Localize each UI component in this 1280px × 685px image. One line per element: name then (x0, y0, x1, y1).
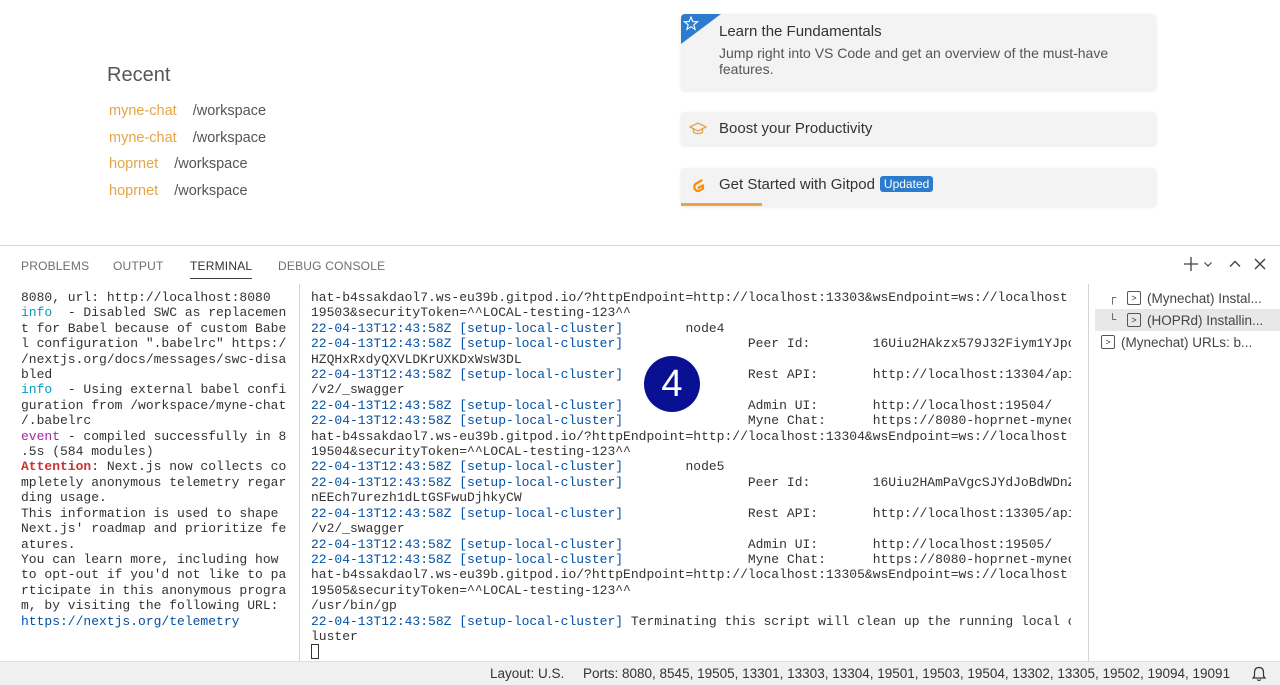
tab-terminal[interactable]: TERMINAL (190, 259, 253, 279)
recent-item-path: /workspace (192, 103, 267, 120)
pane-divider[interactable] (1088, 284, 1089, 662)
star-icon (681, 14, 721, 44)
terminal-list-item[interactable]: > (Mynechat) URLs: b... (1101, 331, 1279, 353)
tree-connector: ┌ (1109, 291, 1117, 305)
recent-item-name[interactable]: hoprnet (109, 156, 158, 172)
walkthrough-fundamentals-card[interactable]: Learn the Fundamentals Jump right into V… (681, 14, 1156, 90)
terminal-label: (Mynechat) URLs: b... (1121, 334, 1253, 350)
tab-output[interactable]: OUTPUT (113, 259, 164, 273)
walkthrough-gitpod-card[interactable]: Get Started with Gitpod Updated (681, 168, 1156, 206)
updated-badge: Updated (879, 176, 934, 192)
recent-item[interactable]: myne-chat /workspace (109, 98, 266, 125)
terminal-label: (Mynechat) Instal... (1147, 290, 1262, 306)
tab-debug-console[interactable]: DEBUG CONSOLE (278, 259, 385, 273)
terminal-list-item[interactable]: └ > (HOPRd) Installin... (1095, 309, 1280, 331)
recent-item[interactable]: hoprnet /workspace (109, 151, 266, 178)
card-title: Get Started with Gitpod Updated (719, 176, 934, 193)
bell-icon[interactable] (1250, 665, 1268, 683)
recent-item-path: /workspace (174, 156, 248, 173)
ports-status[interactable]: Ports: 8080, 8545, 19505, 13301, 13303, … (583, 666, 1237, 681)
recent-item[interactable]: myne-chat /workspace (109, 125, 266, 152)
recent-item-path: /workspace (192, 129, 267, 146)
plus-icon[interactable] (1182, 255, 1200, 273)
card-title: Learn the Fundamentals (719, 23, 882, 40)
terminal-pane-left[interactable]: 8080, url: http://localhost:8080 info - … (21, 284, 287, 662)
terminal-icon: > (1101, 335, 1115, 349)
recent-item-name[interactable]: myne-chat (109, 103, 177, 119)
chevron-up-icon[interactable] (1226, 255, 1244, 273)
terminal-icon: > (1127, 313, 1141, 327)
tab-problems[interactable]: PROBLEMS (21, 259, 89, 273)
walkthrough-progress-bar (681, 203, 762, 206)
card-title: Boost your Productivity (719, 120, 873, 137)
mortarboard-icon (689, 122, 707, 135)
recent-item-name[interactable]: myne-chat (109, 130, 177, 146)
keyboard-layout-status[interactable]: Layout: U.S. (490, 666, 564, 681)
close-icon[interactable] (1251, 255, 1269, 273)
walkthrough-productivity-card[interactable]: Boost your Productivity (681, 112, 1156, 145)
terminal-label: (HOPRd) Installin... (1147, 312, 1264, 328)
recent-item[interactable]: hoprnet /workspace (109, 178, 266, 205)
card-title-text: Get Started with Gitpod (719, 176, 875, 193)
recent-item-path: /workspace (174, 182, 248, 199)
recent-heading: Recent (107, 64, 171, 86)
recent-list: myne-chat /workspace myne-chat /workspac… (109, 98, 266, 204)
tree-connector: └ (1109, 313, 1117, 327)
card-description: Jump right into VS Code and get an overv… (719, 45, 1109, 77)
terminal-icon: > (1127, 291, 1141, 305)
terminal-pane-main[interactable]: hat-b4ssakdaol7.ws-eu39b.gitpod.io/?http… (311, 284, 1071, 662)
welcome-page: Recent myne-chat /workspace myne-chat /w… (0, 0, 1280, 245)
bottom-panel: PROBLEMS OUTPUT TERMINAL DEBUG CONSOLE 8… (0, 245, 1280, 662)
pane-divider[interactable] (299, 284, 300, 662)
panel-tabs: PROBLEMS OUTPUT TERMINAL DEBUG CONSOLE (0, 246, 1280, 284)
status-bar: Layout: U.S. Ports: 8080, 8545, 19505, 1… (0, 661, 1280, 685)
gitpod-logo-icon (693, 179, 705, 193)
terminal-cursor (311, 644, 319, 660)
terminal-list-item[interactable]: ┌ > (Mynechat) Instal... (1109, 287, 1280, 309)
chevron-down-icon[interactable] (1202, 255, 1214, 273)
recent-item-name[interactable]: hoprnet (109, 183, 158, 199)
step-marker: 4 (644, 356, 700, 412)
